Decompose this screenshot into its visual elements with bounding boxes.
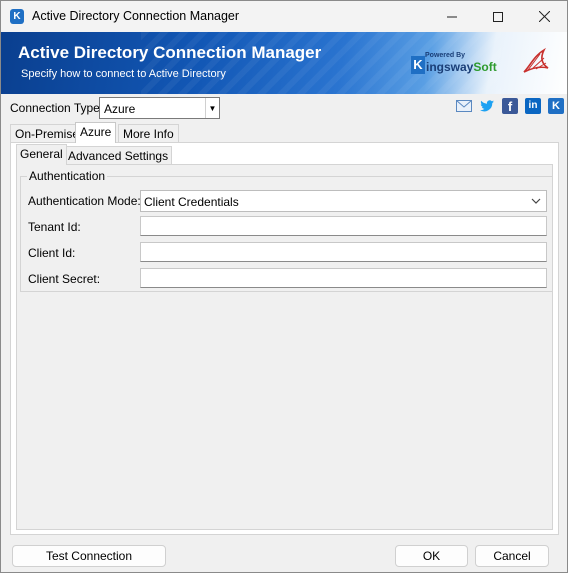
kingswaysoft-icon[interactable]: K [548, 98, 564, 114]
ok-button[interactable]: OK [395, 545, 468, 567]
maximize-button[interactable] [475, 1, 521, 32]
ssis-icon [523, 47, 549, 73]
tab-advanced-settings[interactable]: Advanced Settings [64, 146, 173, 165]
close-button[interactable] [521, 1, 567, 32]
maximize-icon [493, 11, 503, 22]
authentication-mode-label: Authentication Mode: [28, 194, 141, 208]
tab-general[interactable]: General [16, 144, 67, 165]
kingswaysoft-logo: Powered By K ingswaySoft [411, 52, 503, 78]
general-tab-panel: Authentication Authentication Mode: Clie… [16, 164, 553, 530]
azure-tab-panel: General Advanced Settings Authentication… [10, 142, 559, 535]
authentication-group: Authentication Authentication Mode: Clie… [20, 169, 553, 292]
client-secret-input[interactable] [140, 268, 547, 288]
dropdown-arrow-icon: ▼ [205, 98, 219, 118]
tenant-id-label: Tenant Id: [28, 220, 81, 234]
logo-brand-soft: Soft [473, 60, 497, 74]
client-id-input[interactable] [140, 242, 547, 262]
banner-subtitle: Specify how to connect to Active Directo… [21, 68, 226, 80]
connection-type-label: Connection Type: [10, 101, 104, 115]
window-title: Active Directory Connection Manager [32, 9, 240, 23]
close-icon [538, 11, 550, 22]
tab-azure[interactable]: Azure [75, 122, 117, 143]
client-id-label: Client Id: [28, 246, 76, 260]
tab-more-info[interactable]: More Info [118, 124, 179, 143]
minimize-icon [447, 16, 457, 17]
title-bar[interactable]: K Active Directory Connection Manager [1, 1, 567, 32]
authentication-mode-select[interactable]: Client Credentials [140, 190, 547, 212]
tenant-id-input[interactable] [140, 216, 547, 236]
logo-brand: ingswaySoft [426, 60, 497, 74]
logo-brand-mid: ingsway [426, 60, 474, 74]
facebook-icon[interactable]: f [502, 98, 518, 114]
connection-manager-window: K Active Directory Connection Manager Ac… [0, 0, 568, 573]
email-icon[interactable] [456, 98, 472, 114]
twitter-icon[interactable] [479, 98, 495, 114]
minimize-button[interactable] [429, 1, 475, 32]
authentication-legend: Authentication [27, 169, 108, 183]
client-secret-label: Client Secret: [28, 272, 101, 286]
kingsway-k-icon: K [10, 9, 24, 24]
header-banner: Active Directory Connection Manager Spec… [1, 32, 567, 94]
test-connection-button[interactable]: Test Connection [12, 545, 166, 567]
banner-title: Active Directory Connection Manager [18, 43, 322, 62]
connection-type-value: Azure [104, 102, 136, 116]
chevron-down-icon [531, 198, 541, 204]
linkedin-icon[interactable]: in [525, 98, 541, 114]
tab-on-premise[interactable]: On-Premise [10, 124, 85, 143]
authentication-mode-value: Client Credentials [144, 195, 239, 209]
logo-k: K [411, 56, 425, 74]
connection-type-select[interactable]: Azure ▼ [99, 97, 220, 119]
powered-by-text: Powered By [425, 52, 466, 59]
connection-type-row: Connection Type: Azure ▼ f in K [1, 94, 567, 121]
cancel-button[interactable]: Cancel [475, 545, 549, 567]
